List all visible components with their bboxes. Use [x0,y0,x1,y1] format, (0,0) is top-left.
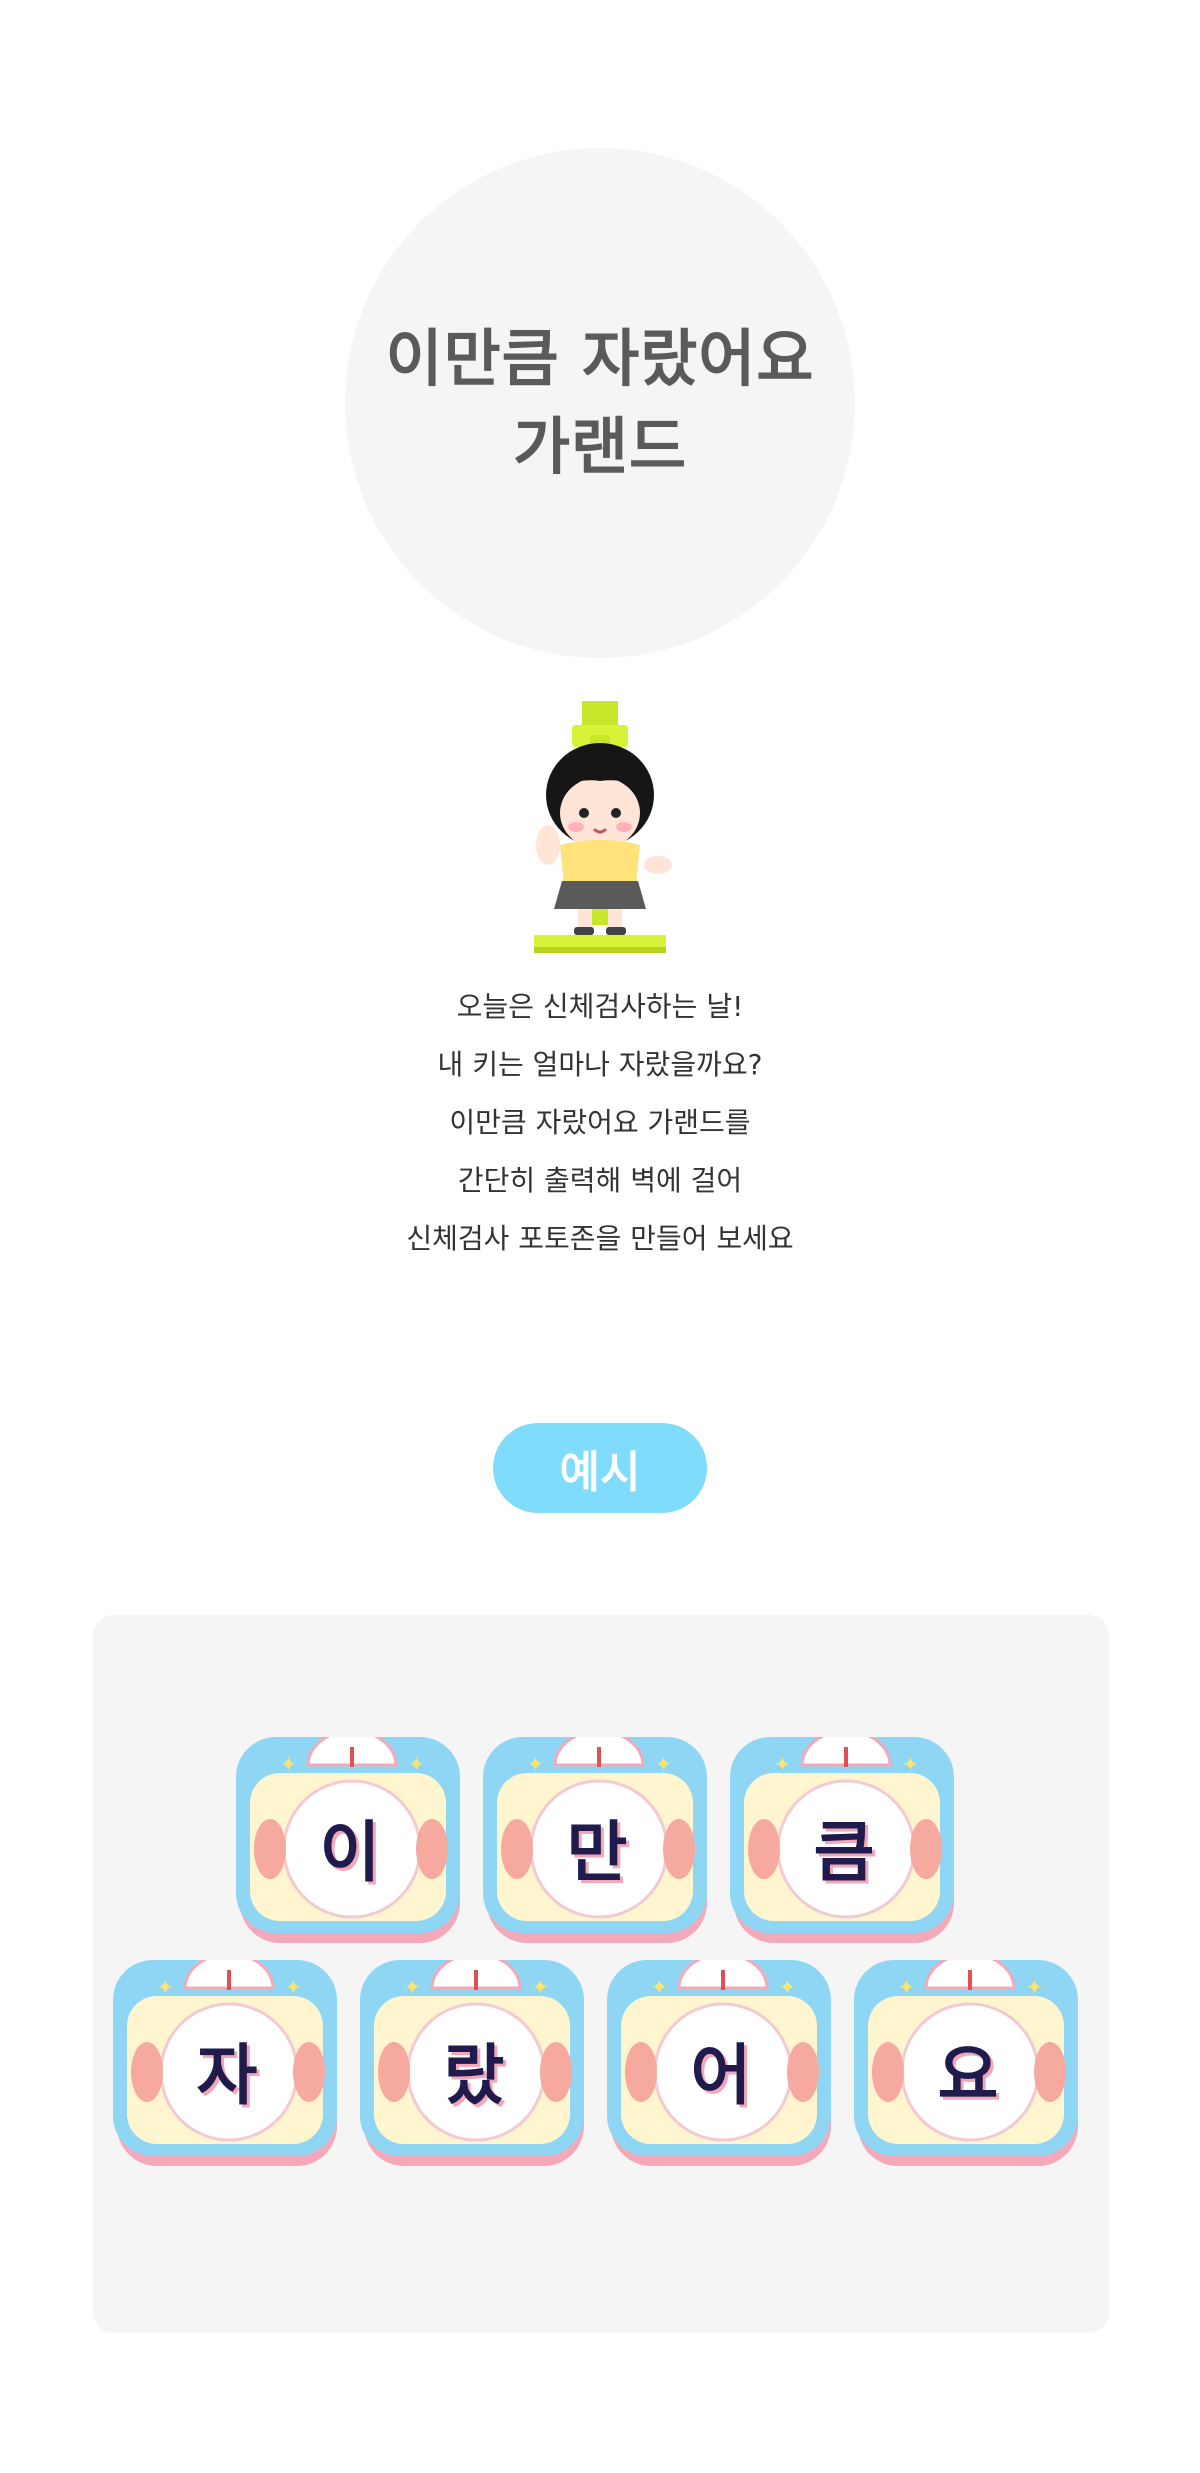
svg-text:✦: ✦ [285,1975,302,1999]
description-line: 내 키는 얼마나 자랐을까요? [437,1048,763,1081]
svg-text:✦: ✦ [655,1752,672,1776]
svg-text:✦: ✦ [280,1752,297,1776]
description-line: 간단히 출력해 벽에 걸어 [457,1164,743,1197]
svg-text:✦: ✦ [651,1975,668,1999]
title-circle: 이만큼 자랐어요 가랜드 [345,148,855,658]
svg-text:✦: ✦ [779,1975,796,1999]
svg-text:✦: ✦ [1026,1975,1043,1999]
garland-card: ✦ ✦ 만 [483,1737,711,1947]
card-letter: 자 [196,2037,258,2114]
svg-text:✦: ✦ [404,1975,421,1999]
garland-card: ✦ ✦ 자 [113,1960,341,2170]
card-letter: 만 [566,1814,628,1891]
garland-card: ✦ ✦ 이 [236,1737,464,1947]
page-title-line-1: 이만큼 자랐어요 [385,322,815,395]
svg-text:✦: ✦ [408,1752,425,1776]
svg-text:✦: ✦ [898,1975,915,1999]
description: 오늘은 신체검사하는 날! 내 키는 얼마나 자랐을까요? 이만큼 자랐어요 가… [250,978,950,1268]
card-letter: 어 [690,2037,752,2114]
card-letter: 이 [319,1814,381,1891]
garland-card: ✦ ✦ 어 [607,1960,835,2170]
card-letter: 요 [937,2037,999,2114]
page-title-line-2: 가랜드 [512,410,688,483]
garland-card: ✦ ✦ 요 [854,1960,1082,2170]
description-line: 이만큼 자랐어요 가랜드를 [449,1106,751,1139]
description-line: 신체검사 포토존을 만들어 보세요 [406,1222,794,1255]
svg-text:✦: ✦ [902,1752,919,1776]
card-letter: 큼 [813,1814,875,1891]
description-line: 오늘은 신체검사하는 날! [456,990,744,1023]
garland-card: ✦ ✦ 큼 [730,1737,958,1947]
example-panel: ✦ ✦ 이 ✦ ✦ 만 ✦ ✦ 큼 ✦ ✦ 자 ✦ ✦ 랐 ✦ ✦ 어 ✦ ✦ … [93,1615,1109,2333]
card-letter: 랐 [443,2037,505,2114]
svg-text:✦: ✦ [774,1752,791,1776]
svg-text:✦: ✦ [527,1752,544,1776]
child-on-height-scale-icon [534,701,672,953]
example-badge: 예시 [493,1423,707,1513]
svg-text:✦: ✦ [157,1975,174,1999]
garland-card: ✦ ✦ 랐 [360,1960,588,2170]
svg-text:✦: ✦ [532,1975,549,1999]
